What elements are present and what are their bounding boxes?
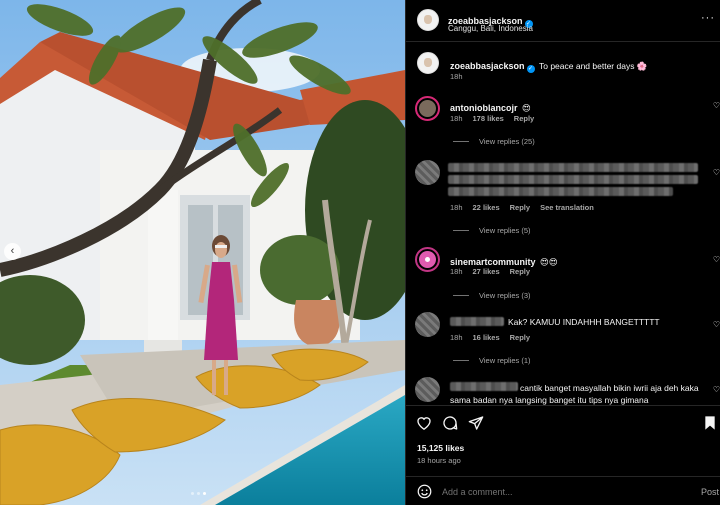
photo-scene [0, 0, 405, 505]
reply-button[interactable]: Reply [514, 114, 534, 123]
share-icon[interactable] [468, 415, 484, 436]
comment-age: 18h [450, 203, 463, 212]
post-photo: ‹ [0, 0, 405, 505]
commenter-avatar[interactable] [415, 96, 440, 121]
comment-text: cantik banget masyallah bikin iwrii aja … [450, 383, 699, 405]
post-time: 18 hours ago [417, 456, 461, 465]
caption-username[interactable]: zoeabbasjackson [450, 61, 525, 71]
bookmark-icon[interactable] [703, 415, 717, 436]
heart-icon[interactable]: ♡ [713, 101, 720, 110]
author-avatar[interactable] [417, 9, 439, 31]
verified-icon: ✓ [526, 65, 535, 73]
comment-meta: 18h 22 likes Reply See translation [450, 203, 604, 212]
commenter-avatar-blurred[interactable] [415, 377, 440, 402]
reply-button[interactable]: Reply [510, 333, 530, 342]
comment-likes[interactable]: 16 likes [473, 333, 500, 342]
carousel-indicator [191, 492, 206, 495]
comment-likes[interactable]: 178 likes [473, 114, 504, 123]
caption: zoeabbasjackson ✓ To peace and better day… [450, 56, 700, 74]
reply-button[interactable]: Reply [510, 267, 530, 276]
view-replies-button[interactable]: View replies (1) [453, 356, 531, 365]
blurred-comment-line [448, 175, 698, 184]
carousel-dot-active [203, 492, 206, 495]
post-location[interactable]: Canggu, Bali, Indonesia [448, 24, 533, 33]
comment-age: 18h [450, 114, 463, 123]
caption-avatar[interactable] [417, 52, 439, 74]
commenter-avatar-blurred[interactable] [415, 312, 440, 337]
comment-likes[interactable]: 22 likes [473, 203, 500, 212]
like-count[interactable]: 15,125 likes [417, 443, 464, 453]
carousel-dot [197, 492, 200, 495]
comment-meta: 18h 178 likes Reply [450, 114, 544, 123]
post-actions: 15,125 likes 18 hours ago Post [406, 405, 720, 505]
blurred-username [450, 317, 504, 326]
comment-meta: 18h 16 likes Reply [450, 333, 540, 342]
post-comment-button[interactable]: Post [701, 487, 719, 497]
comment-likes[interactable]: 27 likes [473, 267, 500, 276]
heart-icon[interactable]: ♡ [713, 385, 720, 394]
comment-username[interactable]: sinemartcommunity [450, 257, 536, 267]
chevron-left-icon: ‹ [10, 245, 15, 257]
comment-age: 18h [450, 267, 463, 276]
emoji-icon[interactable] [417, 484, 432, 504]
heart-icon[interactable]: ♡ [713, 320, 720, 329]
comment-meta: 18h 27 likes Reply [450, 267, 540, 276]
comment-text: 😍 [521, 103, 531, 113]
post-sidebar: zoeabbasjackson ✓ Canggu, Bali, Indonesia… [405, 0, 720, 505]
heart-icon[interactable]: ♡ [713, 255, 720, 264]
reply-button[interactable]: Reply [510, 203, 530, 212]
more-options-icon[interactable]: ··· [701, 12, 715, 24]
comment-text: 😍😍 [539, 257, 558, 267]
caption-text: To peace and better days 🌸 [538, 61, 648, 71]
heart-icon[interactable] [416, 415, 432, 435]
comment-icon[interactable] [442, 415, 458, 436]
comment-input[interactable] [442, 487, 672, 497]
heart-icon[interactable]: ♡ [713, 168, 720, 177]
previous-photo-button[interactable]: ‹ [4, 243, 21, 260]
comment-age: 18h [450, 333, 463, 342]
view-replies-button[interactable]: View replies (25) [453, 137, 535, 146]
see-translation-button[interactable]: See translation [540, 203, 594, 212]
comment-username[interactable]: antonioblancojr [450, 103, 518, 113]
blurred-comment-line [448, 163, 698, 172]
commenter-avatar[interactable] [415, 247, 440, 272]
comment-text: Kak? KAMUU INDAHHH BANGETTTTT [508, 317, 660, 327]
caption-age: 18h [450, 72, 463, 81]
view-replies-button[interactable]: View replies (3) [453, 291, 531, 300]
view-replies-button[interactable]: View replies (5) [453, 226, 531, 235]
carousel-dot [191, 492, 194, 495]
blurred-comment-line [448, 187, 673, 196]
commenter-avatar-blurred[interactable] [415, 160, 440, 185]
post-header: zoeabbasjackson ✓ Canggu, Bali, Indonesia… [406, 0, 720, 42]
add-comment-bar: Post [406, 476, 720, 505]
